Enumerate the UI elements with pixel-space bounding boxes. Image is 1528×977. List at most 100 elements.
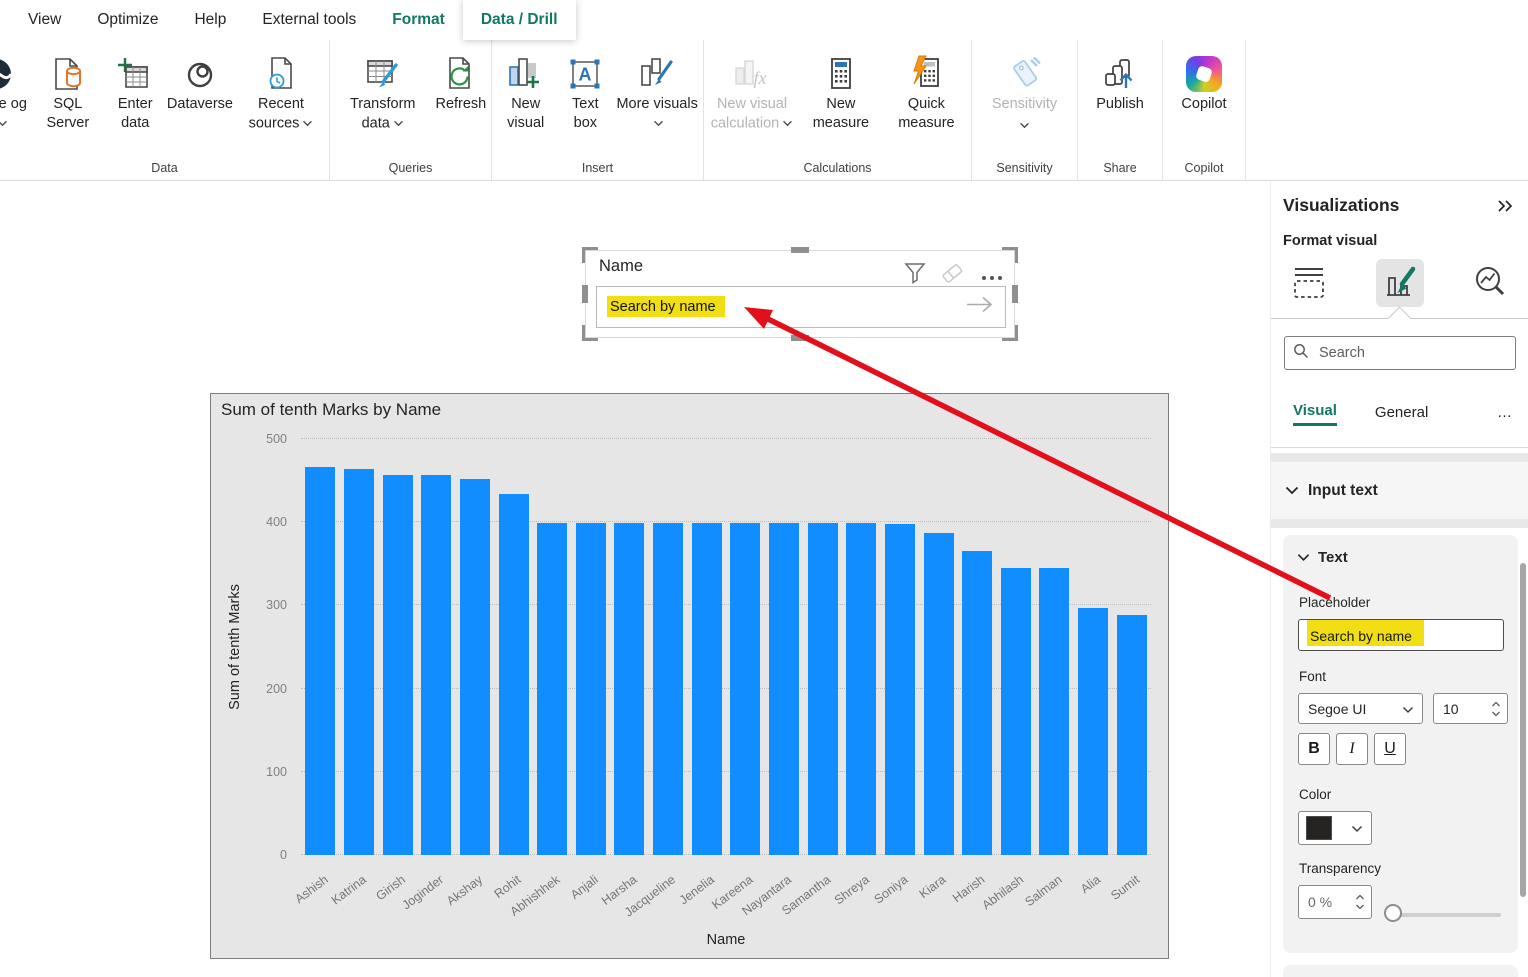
ribbon-copilot-button[interactable]: Copilot bbox=[1181, 52, 1226, 114]
underline-button[interactable]: U bbox=[1374, 733, 1406, 765]
resize-handle-bottom[interactable] bbox=[791, 335, 809, 341]
x-axis-category-label: Salman bbox=[1022, 872, 1064, 909]
ribbon-item-label: Transform data bbox=[350, 96, 416, 132]
bar[interactable] bbox=[808, 523, 838, 855]
resize-handle-right[interactable] bbox=[1012, 285, 1018, 303]
spinner-arrows-icon[interactable] bbox=[1491, 700, 1507, 718]
ribbon-text-box-button[interactable]: A Text box bbox=[559, 52, 611, 133]
menu-item-help[interactable]: Help bbox=[176, 0, 244, 40]
section-text-label: Text bbox=[1318, 549, 1348, 566]
x-axis-category-label: Sumit bbox=[1108, 872, 1142, 902]
resize-handle-left[interactable] bbox=[582, 285, 588, 303]
copilot-icon bbox=[1186, 52, 1222, 92]
transparency-slider-handle[interactable] bbox=[1384, 904, 1402, 922]
transparency-slider-track[interactable] bbox=[1385, 913, 1501, 917]
placeholder-field[interactable]: Search by name bbox=[1298, 619, 1504, 651]
ribbon-sql-server-button[interactable]: SQL Server bbox=[32, 52, 103, 133]
format-visual-icon[interactable] bbox=[1376, 259, 1424, 307]
bar[interactable] bbox=[962, 551, 992, 856]
collapse-pane-icon[interactable] bbox=[1496, 199, 1514, 218]
ribbon-item-label: Text box bbox=[572, 96, 599, 131]
divider bbox=[1271, 453, 1528, 462]
menu-item-format[interactable]: Format bbox=[374, 0, 463, 40]
tab-more[interactable]: … bbox=[1497, 404, 1514, 425]
font-size-stepper[interactable]: 10 bbox=[1433, 693, 1508, 724]
bar[interactable] bbox=[730, 523, 760, 855]
search-icon bbox=[1293, 343, 1309, 364]
bar[interactable] bbox=[344, 469, 374, 855]
resize-handle-top-right[interactable] bbox=[1002, 247, 1018, 263]
y-tick-label: 0 bbox=[280, 848, 287, 862]
analytics-icon[interactable] bbox=[1467, 259, 1515, 307]
section-text[interactable]: Text bbox=[1297, 549, 1348, 566]
bar[interactable] bbox=[846, 523, 876, 855]
bar[interactable] bbox=[885, 524, 915, 855]
bar[interactable] bbox=[614, 523, 644, 855]
menu-item-data-drill[interactable]: Data / Drill bbox=[463, 0, 576, 40]
chevron-down-icon bbox=[1297, 549, 1310, 566]
bar[interactable] bbox=[769, 523, 799, 855]
report-canvas[interactable]: Name Search by name Sum of tenth Marks b… bbox=[0, 181, 1270, 977]
bar[interactable] bbox=[924, 533, 954, 855]
quick-measure-icon bbox=[907, 52, 945, 92]
ribbon-enter-data-button[interactable]: Enter data bbox=[103, 52, 166, 133]
ribbon-new-measure-button[interactable]: New measure bbox=[800, 52, 882, 133]
ribbon-recent-sources-button[interactable]: Recent sources bbox=[233, 52, 329, 134]
ribbon-more-visuals-button[interactable]: More visuals bbox=[611, 52, 703, 134]
menu-item-external-tools[interactable]: External tools bbox=[244, 0, 374, 40]
bar[interactable] bbox=[692, 523, 722, 855]
ribbon-group-label: Copilot bbox=[1163, 161, 1245, 175]
pane-scrollbar[interactable] bbox=[1520, 563, 1526, 897]
pane-search-input[interactable] bbox=[1317, 344, 1508, 362]
pane-search-box[interactable] bbox=[1284, 336, 1516, 370]
ribbon-new-visual-button[interactable]: New visual bbox=[492, 52, 559, 133]
section-input-text[interactable]: Input text bbox=[1271, 462, 1528, 519]
ribbon-dataverse-button[interactable]: Dataverse bbox=[167, 52, 233, 114]
bar[interactable] bbox=[1001, 568, 1031, 855]
ribbon-quick-measure-button[interactable]: Quick measure bbox=[882, 52, 971, 133]
bar[interactable] bbox=[460, 479, 490, 855]
bar[interactable] bbox=[537, 523, 567, 855]
bar[interactable] bbox=[383, 475, 413, 855]
tab-visual[interactable]: Visual bbox=[1293, 402, 1337, 426]
more-options-icon[interactable] bbox=[981, 268, 1003, 286]
x-axis-category-label: Ashish bbox=[292, 872, 330, 906]
color-picker[interactable] bbox=[1298, 811, 1372, 845]
bar[interactable] bbox=[305, 467, 335, 855]
resize-handle-top[interactable] bbox=[791, 247, 809, 253]
ribbon-refresh-button[interactable]: Refresh bbox=[435, 52, 486, 114]
bar[interactable] bbox=[1078, 608, 1108, 855]
slicer-visual[interactable]: Name Search by name bbox=[585, 250, 1015, 338]
italic-button[interactable]: I bbox=[1336, 733, 1368, 765]
build-visual-icon[interactable] bbox=[1285, 259, 1333, 307]
chevron-down-icon bbox=[0, 114, 8, 133]
bar[interactable] bbox=[1117, 615, 1147, 855]
selected-icon-notch bbox=[1387, 306, 1411, 330]
transparency-stepper[interactable]: 0 % bbox=[1298, 885, 1372, 919]
tab-general[interactable]: General bbox=[1375, 404, 1428, 425]
font-family-dropdown[interactable]: Segoe UI bbox=[1298, 693, 1423, 724]
bold-button[interactable]: B bbox=[1298, 733, 1330, 765]
y-tick-label: 200 bbox=[266, 682, 287, 696]
resize-handle-top-left[interactable] bbox=[582, 247, 598, 263]
slicer-search-input[interactable]: Search by name bbox=[596, 286, 1006, 328]
bar[interactable] bbox=[1039, 568, 1069, 855]
bar[interactable] bbox=[576, 523, 606, 855]
bar[interactable] bbox=[653, 523, 683, 855]
ribbon-publish-button[interactable]: Publish bbox=[1096, 52, 1144, 114]
svg-text:A: A bbox=[579, 65, 592, 85]
bar[interactable] bbox=[421, 475, 451, 855]
filter-icon[interactable] bbox=[903, 262, 927, 289]
y-tick-label: 500 bbox=[266, 432, 287, 446]
ribbon-transform-data-button[interactable]: Transform data bbox=[335, 52, 431, 134]
spinner-arrows-icon[interactable] bbox=[1355, 893, 1371, 911]
arrow-right-icon[interactable] bbox=[965, 296, 995, 319]
menu-item-optimize[interactable]: Optimize bbox=[79, 0, 176, 40]
menu-item-view[interactable]: View bbox=[10, 0, 79, 40]
svg-text:fx: fx bbox=[754, 68, 767, 88]
bar[interactable] bbox=[499, 494, 529, 855]
bar-chart-visual[interactable]: Sum of tenth Marks by Name Sum of tenth … bbox=[210, 393, 1169, 959]
divider bbox=[1271, 447, 1528, 448]
eraser-icon[interactable] bbox=[939, 262, 965, 289]
ribbon-onelake-button[interactable]: Lake og bbox=[0, 52, 32, 134]
